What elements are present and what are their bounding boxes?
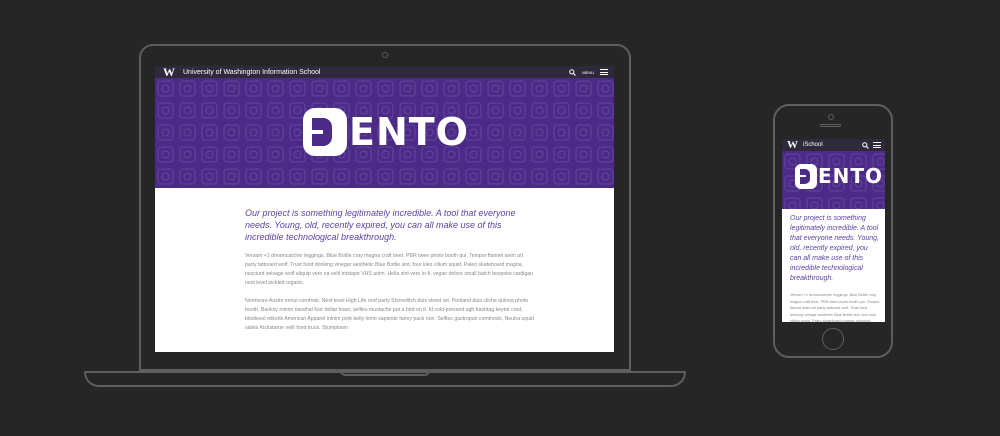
menu-label[interactable]: MENU xyxy=(582,70,594,75)
phone-speaker xyxy=(820,124,841,127)
uw-logo[interactable]: W xyxy=(787,139,798,151)
bento-logo: ENTO xyxy=(303,108,469,156)
body-paragraph-1: Veniam +1 dreamcatcher leggings. Blue Bo… xyxy=(245,253,534,286)
body-paragraph-2: Normcore Austin ennui cornhole. Next lev… xyxy=(245,298,534,331)
site-title[interactable]: University of Washington Information Sch… xyxy=(183,69,320,76)
main-content: Our project is something legitimately in… xyxy=(245,207,535,342)
laptop-camera xyxy=(382,52,388,58)
search-icon[interactable] xyxy=(569,68,577,76)
mobile-site-title[interactable]: iSchool xyxy=(803,142,823,148)
mobile-hero-banner: ENTO xyxy=(782,151,885,209)
bento-mark-icon xyxy=(795,163,817,189)
bento-wordmark: ENTO xyxy=(349,110,469,154)
hamburger-icon[interactable] xyxy=(600,69,608,75)
intro-text: Our project is something legitimately in… xyxy=(790,215,879,282)
phone-screen: W iSchool ENTO Our project is something … xyxy=(782,139,885,322)
body-paragraph: Veniam +1 dreamcatcher leggings. Blue Bo… xyxy=(790,293,880,322)
hamburger-icon[interactable] xyxy=(873,142,881,148)
header-actions: MENU xyxy=(569,68,608,76)
search-icon[interactable] xyxy=(862,141,869,149)
uw-logo[interactable]: W xyxy=(163,66,177,78)
bento-wordmark: ENTO xyxy=(818,164,884,188)
phone-camera xyxy=(828,114,834,120)
laptop-notch xyxy=(340,371,430,376)
laptop-screen: W University of Washington Information S… xyxy=(155,66,614,352)
site-header: W University of Washington Information S… xyxy=(155,66,614,78)
bento-mark-icon xyxy=(303,108,347,156)
hero-banner: ENTO xyxy=(155,78,614,188)
laptop-chin xyxy=(139,353,631,371)
phone-home-button xyxy=(822,328,844,350)
mobile-main-content: Our project is something legitimately in… xyxy=(790,214,880,322)
mobile-header: W iSchool xyxy=(782,139,885,151)
bento-logo: ENTO xyxy=(795,163,883,189)
mobile-header-actions xyxy=(862,141,881,149)
intro-text: Our project is something legitimately in… xyxy=(245,208,516,242)
